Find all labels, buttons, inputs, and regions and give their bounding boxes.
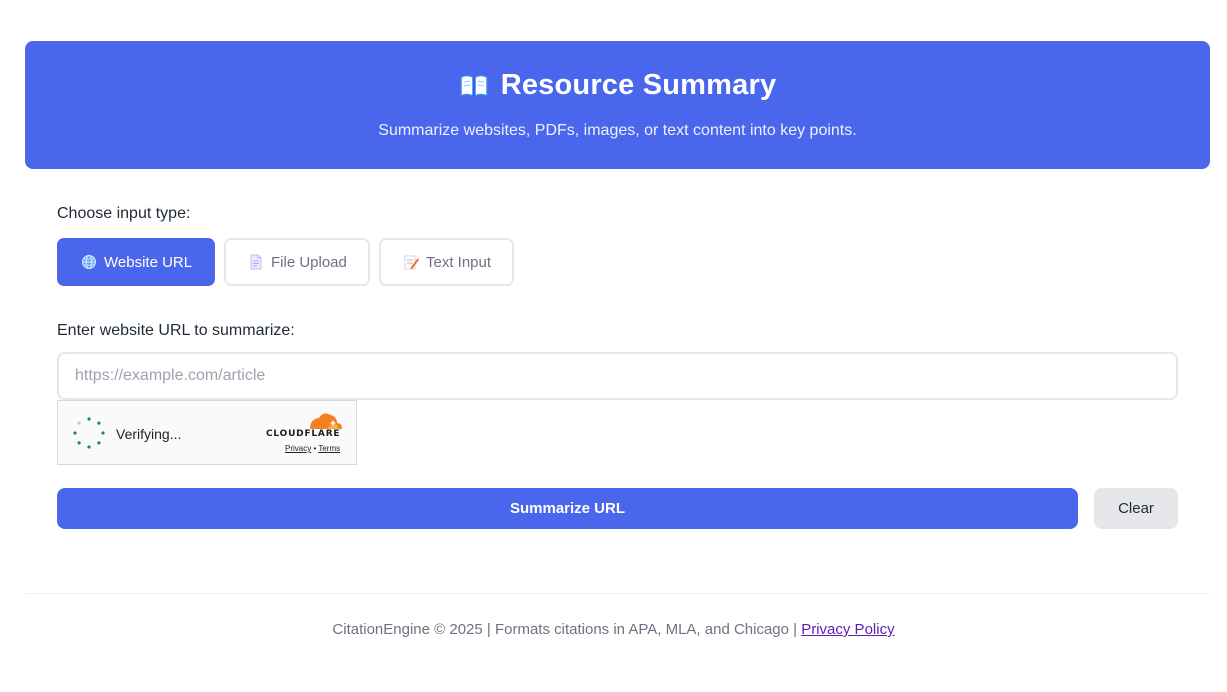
clear-button[interactable]: Clear <box>1094 488 1178 529</box>
captcha-privacy-link[interactable]: Privacy <box>285 444 311 453</box>
captcha-status: Verifying... <box>116 426 182 442</box>
page-title-text: Resource Summary <box>500 69 777 101</box>
loading-spinner-icon <box>73 417 105 449</box>
url-field-label: Enter website URL to summarize: <box>57 322 295 339</box>
header-banner: Resource Summary Summarize websites, PDF… <box>25 41 1210 169</box>
memo-icon <box>403 254 419 270</box>
input-type-tabs: Website URL File Upload Text Input <box>57 238 514 286</box>
captcha-links: Privacy • Terms <box>285 444 340 453</box>
cloudflare-wordmark: CLOUDFLARE <box>266 429 341 439</box>
open-book-icon <box>459 73 489 99</box>
tab-text-input[interactable]: Text Input <box>379 238 514 286</box>
captcha-terms-link[interactable]: Terms <box>318 444 340 453</box>
globe-icon <box>81 254 97 270</box>
footer-divider <box>25 593 1210 594</box>
tab-website-url-label: Website URL <box>104 253 193 271</box>
page-title: Resource Summary <box>25 69 1210 102</box>
footer: CitationEngine © 2025 | Formats citation… <box>0 621 1227 638</box>
cloudflare-turnstile-widget[interactable]: Verifying... CLOUDFLARE Privacy • Terms <box>57 400 357 465</box>
url-input[interactable] <box>57 352 1178 400</box>
tab-file-upload[interactable]: File Upload <box>224 238 370 286</box>
tab-website-url[interactable]: Website URL <box>57 238 215 286</box>
input-type-label: Choose input type: <box>57 205 191 222</box>
summarize-url-button[interactable]: Summarize URL <box>57 488 1078 529</box>
tab-text-input-label: Text Input <box>426 253 492 271</box>
document-icon <box>248 254 264 270</box>
tab-file-upload-label: File Upload <box>271 253 347 271</box>
captcha-link-separator: • <box>313 444 317 453</box>
footer-text: CitationEngine © 2025 | Formats citation… <box>332 621 802 638</box>
page-subtitle: Summarize websites, PDFs, images, or tex… <box>378 122 857 139</box>
privacy-policy-link[interactable]: Privacy Policy <box>801 621 894 638</box>
